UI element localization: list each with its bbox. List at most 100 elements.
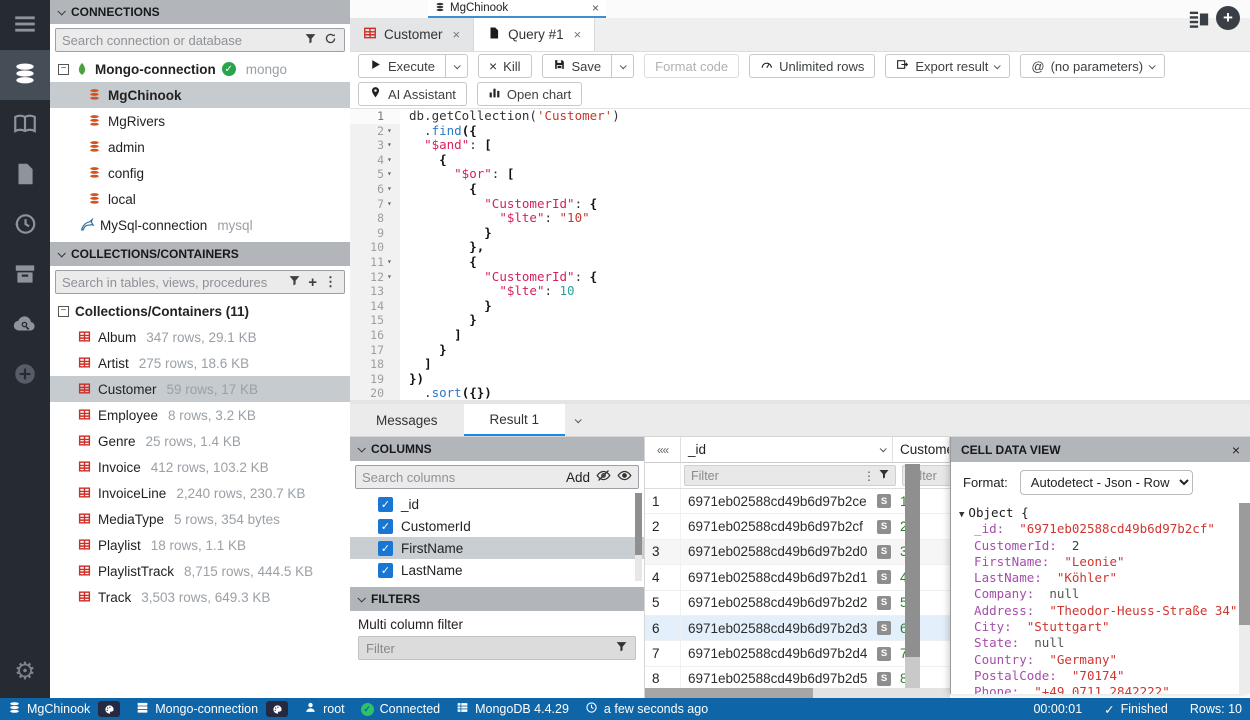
columns-search-input[interactable] xyxy=(356,470,566,485)
fold-arrow-icon[interactable]: ▾ xyxy=(387,255,395,270)
close-icon[interactable]: × xyxy=(592,1,599,15)
fold-arrow-icon[interactable]: ▾ xyxy=(387,124,395,139)
theme-palette-icon[interactable] xyxy=(98,701,120,717)
filter-funnel-icon[interactable] xyxy=(878,468,895,483)
gutter-line-number[interactable]: 18▾ xyxy=(350,357,400,372)
close-icon[interactable]: × xyxy=(453,27,461,42)
gutter-line-number[interactable]: 17▾ xyxy=(350,343,400,358)
filter-funnel-icon[interactable] xyxy=(288,274,301,290)
column-toggle-firstname[interactable]: ✓FirstName xyxy=(350,537,644,559)
collapse-box-icon[interactable]: − xyxy=(58,64,69,75)
kill-button[interactable]: × Kill xyxy=(478,54,532,78)
collapse-columns-button[interactable]: «« xyxy=(645,437,681,462)
multi-column-filter-input[interactable] xyxy=(359,641,615,656)
new-tab-button[interactable]: + xyxy=(1216,6,1240,30)
collection-item-artist[interactable]: Artist275 rows, 18.6 KB xyxy=(50,350,350,376)
gutter-line-number[interactable]: 3▾ xyxy=(350,138,400,153)
fold-arrow-icon[interactable]: ▾ xyxy=(387,167,395,182)
gutter-line-number[interactable]: 20▾ xyxy=(350,386,400,400)
gutter-line-number[interactable]: 9▾ xyxy=(350,226,400,241)
sidebar-database-config[interactable]: config xyxy=(50,160,350,186)
parameters-button[interactable]: @ (no parameters) xyxy=(1020,54,1165,78)
checkbox-checked-icon[interactable]: ✓ xyxy=(378,519,393,534)
filters-panel-header[interactable]: FILTERS xyxy=(350,587,644,611)
fold-arrow-icon[interactable]: ▾ xyxy=(387,138,395,153)
tab-messages[interactable]: Messages xyxy=(350,404,464,436)
gutter-line-number[interactable]: 10▾ xyxy=(350,240,400,255)
checkbox-checked-icon[interactable]: ✓ xyxy=(378,563,393,578)
rail-item-add-connection[interactable] xyxy=(0,350,50,400)
cell-customerid[interactable]: 1 xyxy=(893,489,950,513)
collapse-box-icon[interactable]: − xyxy=(58,306,69,317)
collection-item-mediatype[interactable]: MediaType5 rows, 354 bytes xyxy=(50,506,350,532)
cell-id[interactable]: 6971eb02588cd49b6d97b2d3S xyxy=(681,616,893,640)
tab-customer[interactable]: Customer × xyxy=(350,18,474,51)
cell-customerid[interactable]: 2 xyxy=(893,514,950,538)
refresh-icon[interactable] xyxy=(324,32,337,48)
sidebar-database-local[interactable]: local xyxy=(50,186,350,212)
query-editor[interactable]: 1▾db.getCollection('Customer')2▾ .find({… xyxy=(350,108,1250,400)
execute-dropdown-button[interactable] xyxy=(446,54,468,78)
cell-customerid[interactable]: 5 xyxy=(893,591,950,615)
gutter-line-number[interactable]: 16▾ xyxy=(350,328,400,343)
collection-item-customer[interactable]: Customer59 rows, 17 KB xyxy=(50,376,350,402)
gutter-line-number[interactable]: 12▾ xyxy=(350,270,400,285)
ai-assistant-button[interactable]: AI Assistant xyxy=(358,82,467,106)
cell-customerid[interactable]: 4 xyxy=(893,565,950,589)
eye-off-icon[interactable] xyxy=(596,468,617,486)
mysql-connection-row[interactable]: MySql-connection mysql xyxy=(50,212,350,238)
gutter-line-number[interactable]: 1▾ xyxy=(350,109,400,124)
theme-palette-icon[interactable] xyxy=(266,701,288,717)
collections-header[interactable]: COLLECTIONS/CONTAINERS xyxy=(50,242,350,266)
add-collection-icon[interactable]: + xyxy=(308,275,317,290)
rail-item-docs[interactable] xyxy=(0,100,50,150)
settings-gear-icon[interactable]: ⚙ xyxy=(0,657,50,686)
sidebar-database-admin[interactable]: admin xyxy=(50,134,350,160)
gutter-line-number[interactable]: 2▾ xyxy=(350,124,400,139)
grid-horizontal-scrollbar[interactable] xyxy=(645,688,950,698)
collection-item-invoiceline[interactable]: InvoiceLine2,240 rows, 230.7 KB xyxy=(50,480,350,506)
gutter-line-number[interactable]: 15▾ xyxy=(350,313,400,328)
column-toggle-_id[interactable]: ✓_id xyxy=(350,493,644,515)
format-select[interactable]: Autodetect - Json - Row xyxy=(1020,470,1193,495)
result-tabs-dropdown[interactable] xyxy=(565,404,590,436)
gutter-line-number[interactable]: 11▾ xyxy=(350,255,400,270)
open-chart-button[interactable]: Open chart xyxy=(477,82,582,106)
close-icon[interactable]: × xyxy=(1232,442,1240,458)
fold-arrow-icon[interactable]: ▾ xyxy=(387,153,395,168)
collections-search-input[interactable] xyxy=(56,275,288,290)
expand-arrow-icon[interactable]: ▼ xyxy=(959,510,964,520)
fold-arrow-icon[interactable]: ▾ xyxy=(387,182,395,197)
collection-item-invoice[interactable]: Invoice412 rows, 103.2 KB xyxy=(50,454,350,480)
rail-item-database[interactable] xyxy=(0,50,50,100)
save-dropdown-button[interactable] xyxy=(612,54,634,78)
grid-filter-id-input[interactable] xyxy=(685,469,860,483)
cell-id[interactable]: 6971eb02588cd49b6d97b2cfS xyxy=(681,514,893,538)
cell-id[interactable]: 6971eb02588cd49b6d97b2d0S xyxy=(681,540,893,564)
gutter-line-number[interactable]: 14▾ xyxy=(350,299,400,314)
json-root-line[interactable]: ▼Object { xyxy=(959,505,1250,521)
columns-panel-header[interactable]: COLUMNS xyxy=(350,437,644,461)
toggle-widgets-icon[interactable] xyxy=(1188,8,1210,28)
cell-view-scrollbar[interactable] xyxy=(1239,503,1250,694)
gutter-line-number[interactable]: 6▾ xyxy=(350,182,400,197)
collection-item-playlist[interactable]: Playlist18 rows, 1.1 KB xyxy=(50,532,350,558)
cell-id[interactable]: 6971eb02588cd49b6d97b2d1S xyxy=(681,565,893,589)
connection-root-row[interactable]: − Mongo-connection ✓ mongo xyxy=(50,56,350,82)
rail-item-cloud-search[interactable] xyxy=(0,300,50,350)
cell-customerid[interactable]: 3 xyxy=(893,540,950,564)
collection-item-track[interactable]: Track3,503 rows, 649.3 KB xyxy=(50,584,350,610)
menu-button[interactable] xyxy=(0,0,50,50)
cell-customerid[interactable]: 7 xyxy=(893,641,950,665)
checkbox-checked-icon[interactable]: ✓ xyxy=(378,497,393,512)
collection-item-album[interactable]: Album347 rows, 29.1 KB xyxy=(50,324,350,350)
column-toggle-customerid[interactable]: ✓CustomerId xyxy=(350,515,644,537)
fold-arrow-icon[interactable]: ▾ xyxy=(387,197,395,212)
database-group-tab[interactable]: MgChinook × xyxy=(428,0,606,18)
cell-id[interactable]: 6971eb02588cd49b6d97b2d4S xyxy=(681,641,893,665)
status-connection[interactable]: Mongo-connection xyxy=(136,701,288,717)
more-options-icon[interactable]: ⋮ xyxy=(324,274,337,290)
save-button[interactable]: Save xyxy=(542,54,613,78)
grid-column-header-customerid[interactable]: CustomerId xyxy=(893,437,950,462)
columns-scrollbar[interactable] xyxy=(635,493,642,581)
